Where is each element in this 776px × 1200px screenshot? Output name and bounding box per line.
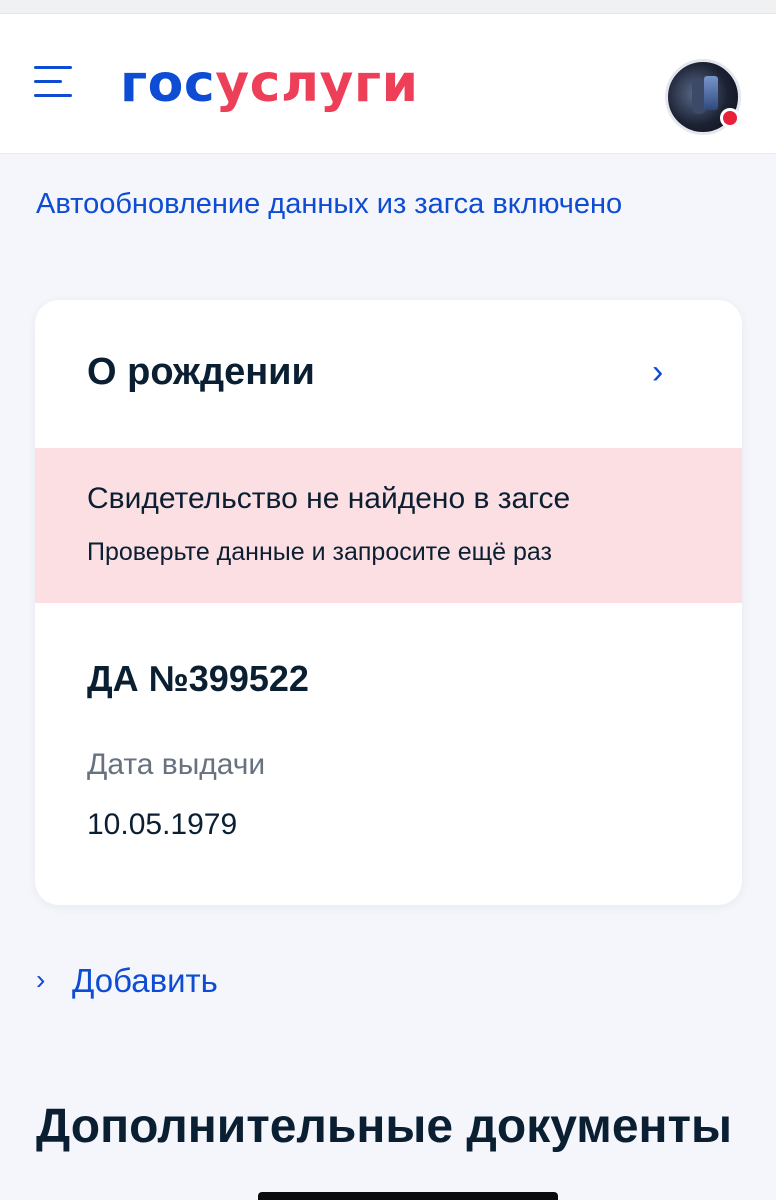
chevron-right-icon: › [652, 353, 664, 391]
alert-title: Свидетельство не найдено в загсе [87, 482, 571, 515]
alert-subtitle: Проверьте данные и запросите ещё раз [87, 538, 553, 566]
card-header[interactable]: О рождении › [35, 300, 742, 448]
document-number: ДА №399522 [87, 658, 309, 699]
home-indicator [258, 1192, 558, 1200]
status-strip [0, 0, 776, 14]
chevron-right-icon: › [36, 964, 46, 995]
avatar[interactable] [665, 59, 741, 135]
issue-date-label: Дата выдачи [87, 748, 266, 781]
menu-icon[interactable] [34, 66, 74, 100]
logo-gos-text: гос [120, 54, 216, 114]
menu-line [34, 94, 72, 97]
menu-line [34, 66, 72, 69]
notification-dot [720, 108, 740, 128]
autoupdate-link[interactable]: Автообновление данных из загса включено [36, 184, 622, 224]
logo-uslugi-text: услуги [215, 54, 419, 114]
add-label: Добавить [72, 962, 218, 999]
app-header: госуслуги [0, 14, 776, 154]
issue-date-value: 10.05.1979 [87, 808, 238, 841]
gosuslugi-logo[interactable]: госуслуги [120, 54, 419, 114]
card-title: О рождении [87, 351, 315, 393]
avatar-light [704, 76, 718, 110]
section-title: Дополнительные документы [36, 1100, 732, 1153]
error-alert: Свидетельство не найдено в загсе Проверь… [35, 448, 742, 603]
menu-line [34, 80, 62, 83]
birth-certificate-card: О рождении › Свидетельство не найдено в … [35, 300, 742, 905]
